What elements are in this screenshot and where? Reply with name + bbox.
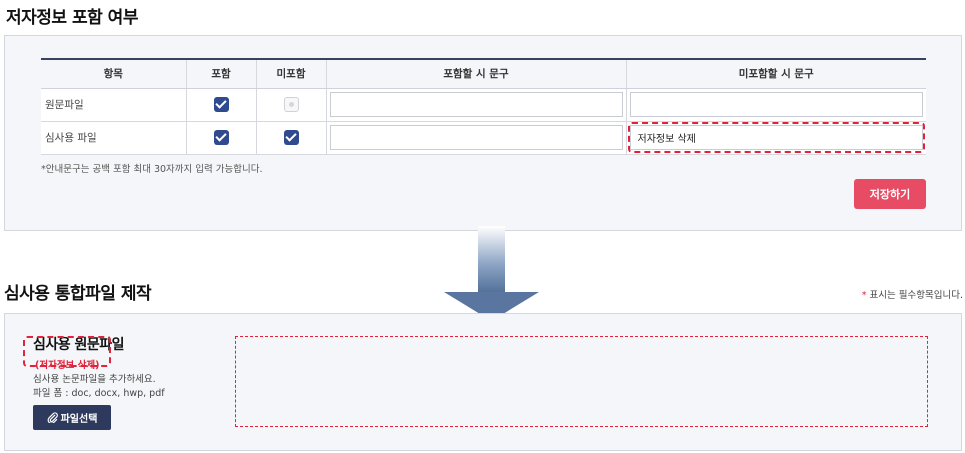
include-text-input[interactable]: [329, 125, 623, 150]
section-title-review-file: 심사용 통합파일 제작: [4, 284, 152, 304]
include-checkbox[interactable]: [213, 97, 229, 112]
include-text-input[interactable]: [329, 92, 623, 117]
header-item: 항목: [41, 58, 186, 89]
exclude-text-input[interactable]: [629, 125, 923, 150]
header-include: 포함: [185, 58, 256, 89]
save-button[interactable]: 저장하기: [854, 179, 926, 209]
header-exclude: 미포함: [255, 58, 326, 89]
highlight-box: [23, 336, 111, 367]
table-row: 심사용 파일: [41, 121, 926, 155]
include-checkbox[interactable]: [213, 130, 229, 145]
section-title-author-info: 저자정보 포함 여부: [6, 8, 138, 28]
highlight-box: [627, 122, 925, 153]
required-text: 표시는 필수항목입니다.: [866, 290, 963, 301]
exclude-text-input[interactable]: [629, 92, 923, 117]
file-upload-panel: 심사용 원문파일 (저자정보 삭제) 심사용 논문파일을 추가하세요. 파일 폼…: [4, 313, 962, 451]
required-note: * 표시는 필수항목입니다.: [862, 287, 963, 301]
input-limit-note: *안내문구는 공백 포함 최대 30자까지 입력 가능합니다.: [41, 164, 263, 175]
row-item-label: 원문파일: [41, 88, 186, 122]
header-include-text: 포함할 시 문구: [325, 58, 626, 89]
file-description: 심사용 논문파일을 추가하세요. 파일 폼 : doc, docx, hwp, …: [33, 373, 165, 401]
file-drop-zone[interactable]: [235, 336, 928, 427]
exclude-checkbox[interactable]: [283, 97, 299, 112]
author-info-panel: 항목 포함 미포함 포함할 시 문구 미포함할 시 문구 원문파일 심사용 파일: [4, 35, 962, 231]
down-arrow-icon: [444, 226, 539, 321]
table-header-row: 항목 포함 미포함 포함할 시 문구 미포함할 시 문구: [41, 58, 926, 89]
paperclip-icon: [47, 412, 58, 423]
file-desc-line: 심사용 논문파일을 추가하세요.: [33, 374, 156, 385]
file-formats: 파일 폼 : doc, docx, hwp, pdf: [33, 388, 165, 399]
row-item-label: 심사용 파일: [41, 121, 186, 155]
table-row: 원문파일: [41, 88, 926, 122]
exclude-checkbox[interactable]: [283, 130, 299, 145]
header-exclude-text: 미포함할 시 문구: [625, 58, 926, 89]
file-select-button[interactable]: 파일선택: [33, 405, 111, 430]
file-select-label: 파일선택: [60, 414, 98, 425]
author-info-table: 항목 포함 미포함 포함할 시 문구 미포함할 시 문구 원문파일 심사용 파일: [41, 58, 926, 155]
